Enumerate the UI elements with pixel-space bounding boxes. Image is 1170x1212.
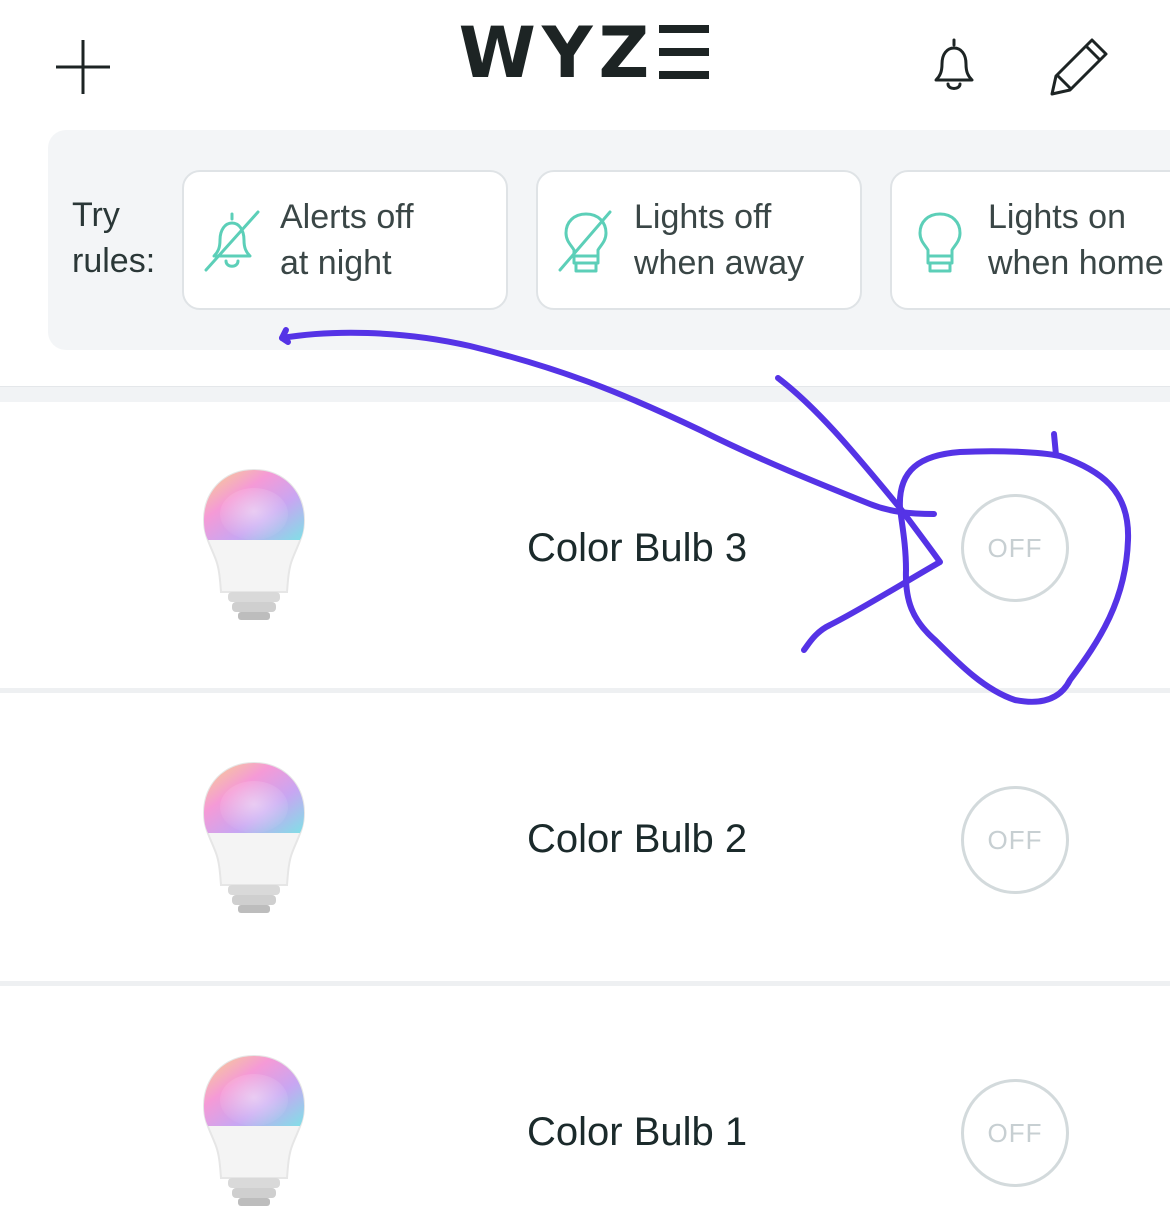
rule-card-title: Lights off <box>634 198 772 236</box>
color-bulb-icon <box>202 761 306 913</box>
logo-text: WYZ <box>458 12 656 94</box>
rule-card-text: Lights on when home <box>988 194 1164 286</box>
power-toggle-button[interactable]: OFF <box>961 786 1069 894</box>
rule-card-subtitle: when away <box>634 244 805 282</box>
try-rules-label: Try rules: <box>72 196 156 280</box>
try-rules-panel: Try rules: Alerts off at night Lights of… <box>48 130 1170 350</box>
device-row[interactable]: Color Bulb 2 OFF <box>0 693 1170 979</box>
device-row[interactable]: Color Bulb 3 OFF <box>0 402 1170 688</box>
rule-card-subtitle: when home <box>988 244 1164 282</box>
rule-card-text: Lights off when away <box>634 194 804 286</box>
rule-card-title: Lights on <box>988 198 1126 236</box>
device-name[interactable]: Color Bulb 2 <box>527 817 747 862</box>
bulb-off-icon <box>558 210 612 273</box>
bell-off-icon <box>204 210 260 272</box>
logo-e-mark <box>659 20 711 79</box>
device-name[interactable]: Color Bulb 3 <box>527 526 747 571</box>
rule-card-text: Alerts off at night <box>280 194 414 286</box>
app-header: WYZ <box>0 0 1170 130</box>
power-toggle-button[interactable]: OFF <box>961 1079 1069 1187</box>
pencil-icon <box>1050 38 1108 96</box>
power-toggle-button[interactable]: OFF <box>961 494 1069 602</box>
device-row[interactable]: Color Bulb 1 OFF <box>0 986 1170 1212</box>
notifications-button[interactable] <box>922 34 986 98</box>
section-divider <box>0 386 1170 403</box>
rule-card-title: Alerts off <box>280 198 414 236</box>
color-bulb-icon <box>202 1054 306 1206</box>
edit-button[interactable] <box>1046 34 1112 100</box>
bulb-icon <box>918 212 962 273</box>
rule-card-alerts-off[interactable]: Alerts off at night <box>182 170 508 310</box>
rule-card-lights-on[interactable]: Lights on when home <box>890 170 1170 310</box>
bell-icon <box>934 38 974 90</box>
rule-card-subtitle: at night <box>280 244 392 282</box>
device-name[interactable]: Color Bulb 1 <box>527 1110 747 1155</box>
rule-card-lights-off[interactable]: Lights off when away <box>536 170 862 310</box>
wyze-logo: WYZ <box>0 18 1170 88</box>
color-bulb-icon <box>202 468 306 620</box>
